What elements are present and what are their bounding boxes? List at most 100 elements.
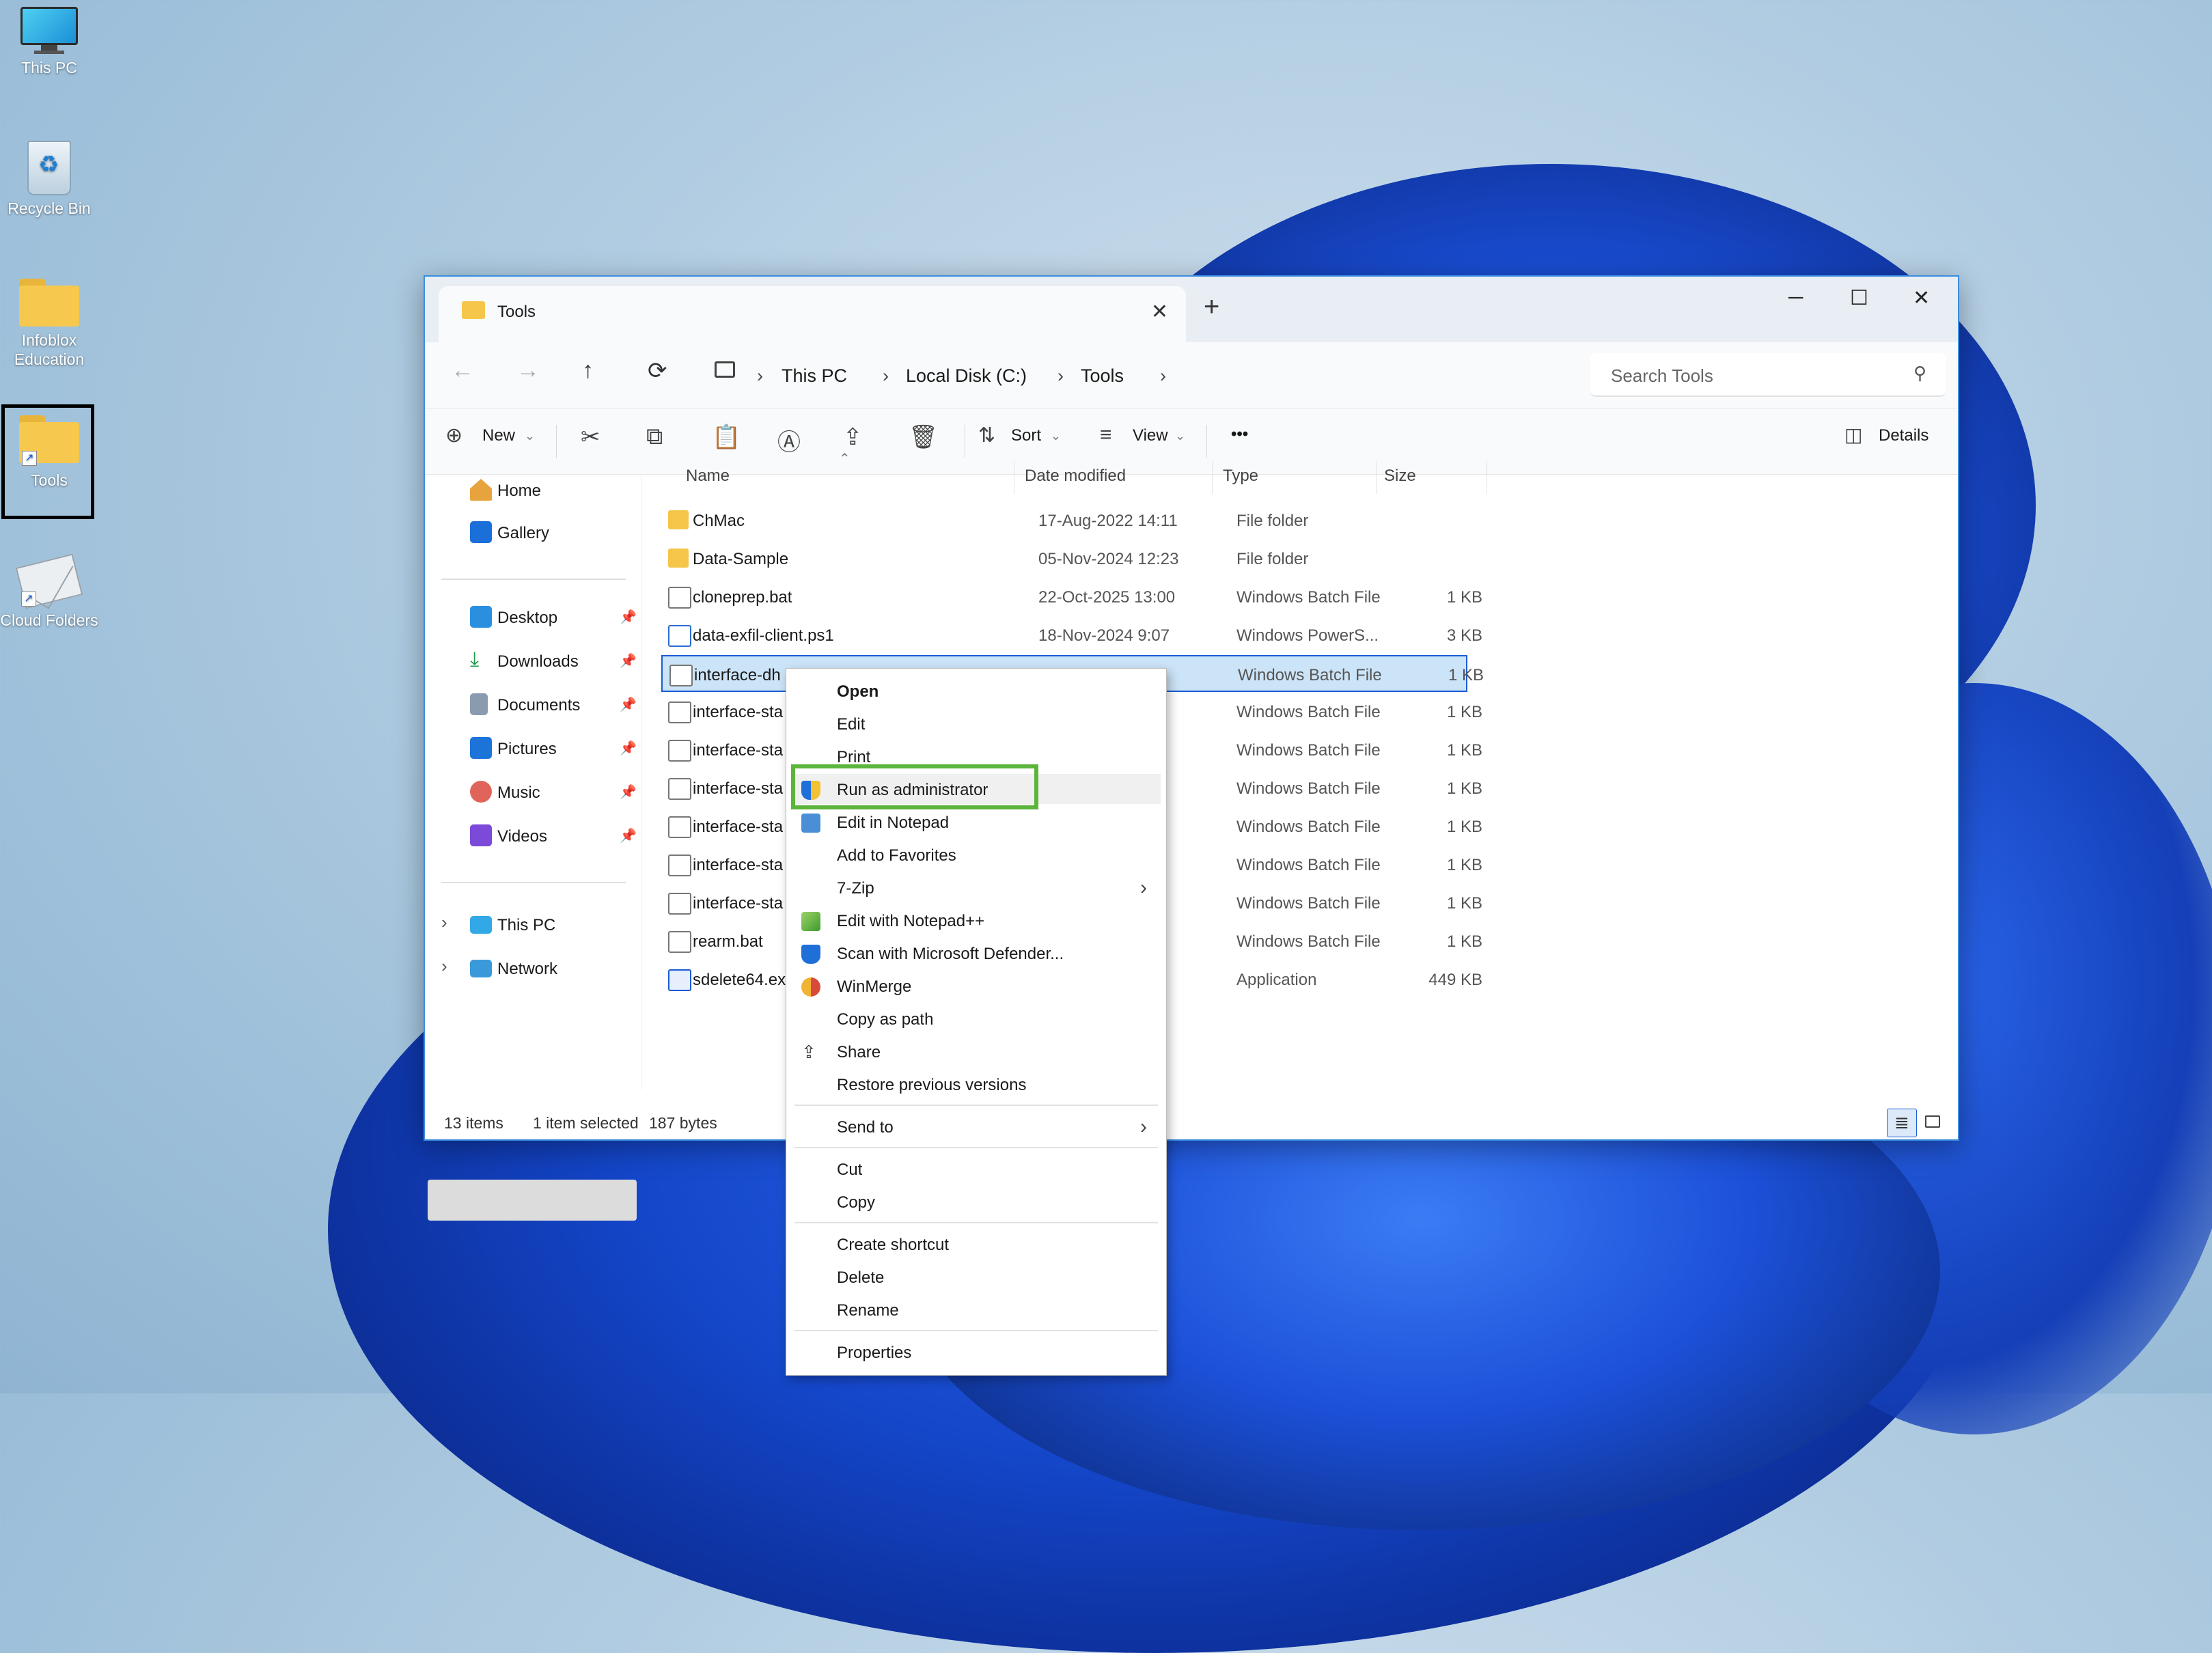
sidebar-item-network[interactable]: › Network	[441, 950, 637, 988]
file-row[interactable]: Data-Sample 05-Nov-2024 12:23 File folde…	[661, 540, 1467, 577]
file-row[interactable]: cloneprep.bat 22-Oct-2025 13:00 Windows …	[661, 579, 1482, 615]
sidebar-item-videos[interactable]: Videos 📌	[452, 818, 637, 856]
pin-icon: 📌	[620, 829, 637, 844]
nav-selected-bg	[428, 1180, 637, 1221]
menu-item-rename[interactable]: Rename	[786, 1294, 1166, 1324]
notepadpp-icon	[801, 912, 820, 931]
column-header-date[interactable]: Date modified	[1025, 467, 1126, 486]
pin-icon: 📌	[620, 610, 637, 625]
breadcrumb-tools[interactable]: Tools	[1081, 365, 1124, 387]
chevron-down-icon: ⌄	[1175, 429, 1186, 443]
more-options-button[interactable]: •••	[1231, 425, 1248, 444]
sidebar-item-desktop[interactable]: Desktop 📌	[452, 599, 637, 637]
menu-item-open[interactable]: Open	[786, 676, 1166, 706]
divider	[1206, 425, 1207, 458]
thumbnail-view-button[interactable]	[1920, 1110, 1947, 1136]
cut-icon[interactable]: ✂	[581, 423, 600, 451]
batch-file-icon	[668, 855, 691, 876]
column-header-size[interactable]: Size	[1384, 467, 1416, 486]
divider	[794, 1147, 1158, 1148]
menu-item-7zip[interactable]: 7-Zip ›	[786, 872, 1166, 902]
details-button[interactable]: Details	[1879, 426, 1928, 445]
file-row[interactable]: data-exfil-client.ps1 18-Nov-2024 9:07 W…	[661, 617, 1482, 654]
delete-icon[interactable]: 🗑	[909, 423, 938, 451]
sort-caret-icon: ⌃	[839, 452, 851, 467]
menu-item-edit-in-notepad[interactable]: Edit in Notepad	[786, 807, 1166, 837]
share-icon: ⇪	[801, 1042, 816, 1062]
close-button[interactable]: ✕	[1913, 286, 1930, 310]
maximize-button[interactable]: ☐	[1850, 286, 1868, 310]
menu-item-scan-defender[interactable]: Scan with Microsoft Defender...	[786, 938, 1166, 968]
new-button[interactable]: New	[482, 426, 515, 445]
tiles-view-icon	[1925, 1115, 1940, 1128]
forward-button[interactable]: →	[516, 357, 540, 384]
new-tab-button[interactable]: +	[1204, 292, 1219, 322]
copy-icon[interactable]: ⧉	[646, 423, 663, 450]
menu-item-copy-as-path[interactable]: Copy as path	[786, 1003, 1166, 1033]
details-view-button[interactable]: ≣	[1887, 1109, 1917, 1137]
desktop-icon-cloud-folders[interactable]: ↗ Cloud Folders	[0, 551, 98, 630]
breadcrumb-this-pc[interactable]: This PC	[782, 365, 847, 387]
sidebar-item-gallery[interactable]: Gallery	[452, 514, 637, 553]
menu-item-edit[interactable]: Edit	[786, 708, 1166, 738]
download-icon: ⤓	[470, 648, 480, 671]
application-icon	[668, 969, 691, 991]
menu-item-restore-previous-versions[interactable]: Restore previous versions	[786, 1069, 1166, 1099]
menu-item-properties[interactable]: Properties	[786, 1337, 1166, 1367]
divider	[556, 425, 557, 458]
desktop-icon-tools[interactable]: ↗ Tools	[0, 415, 98, 490]
minimize-button[interactable]: ─	[1788, 286, 1803, 309]
pin-icon: 📌	[620, 785, 637, 800]
menu-item-send-to[interactable]: Send to ›	[786, 1111, 1166, 1141]
menu-item-cut[interactable]: Cut	[786, 1154, 1166, 1184]
chevron-right-icon: ›	[441, 956, 447, 976]
refresh-button[interactable]: ⟳	[648, 357, 667, 385]
videos-icon	[470, 824, 492, 846]
sidebar-item-downloads[interactable]: ⤓ Downloads 📌	[452, 643, 637, 681]
sidebar-item-this-pc[interactable]: › This PC	[441, 906, 637, 945]
share-icon[interactable]: ⇪	[843, 423, 863, 451]
menu-item-copy[interactable]: Copy	[786, 1186, 1166, 1217]
tab-tools[interactable]: Tools ✕	[439, 286, 1186, 342]
batch-file-icon	[668, 893, 691, 915]
paste-icon[interactable]: 📋	[712, 423, 741, 451]
batch-file-icon	[668, 702, 691, 723]
shortcut-arrow-icon: ↗	[21, 592, 36, 607]
highlight-box	[791, 764, 1038, 809]
rename-icon[interactable]: Ⓐ	[777, 423, 801, 457]
view-button[interactable]: View	[1133, 426, 1168, 445]
breadcrumb-local-disk[interactable]: Local Disk (C:)	[906, 365, 1027, 387]
file-row[interactable]: ChMac 17-Aug-2022 14:11 File folder	[661, 502, 1467, 539]
menu-item-share[interactable]: ⇪ Share	[786, 1036, 1166, 1066]
desktop-icon-recycle-bin[interactable]: ♻ Recycle Bin	[0, 141, 98, 219]
menu-item-delete[interactable]: Delete	[786, 1262, 1166, 1292]
up-button[interactable]: ↑	[582, 357, 594, 384]
pictures-icon	[470, 737, 492, 759]
divider	[441, 882, 626, 883]
breadcrumb-sep: ›	[1057, 365, 1064, 386]
sidebar-item-music[interactable]: Music 📌	[452, 774, 637, 812]
menu-item-create-shortcut[interactable]: Create shortcut	[786, 1229, 1166, 1259]
menu-item-winmerge[interactable]: WinMerge	[786, 971, 1166, 1001]
column-header-type[interactable]: Type	[1223, 467, 1258, 486]
menu-item-edit-with-notepadpp[interactable]: Edit with Notepad++	[786, 905, 1166, 935]
menu-item-add-to-favorites[interactable]: Add to Favorites	[786, 839, 1166, 870]
batch-file-icon	[668, 931, 691, 953]
monitor-icon	[20, 7, 78, 55]
desktop-icon-infoblox-education[interactable]: Infoblox Education	[0, 279, 98, 369]
command-bar: ⊕ New ⌄ ✂ ⧉ 📋 Ⓐ ⇪ 🗑 ⇅ Sort ⌄ ≡ View ⌄ ••…	[425, 408, 1958, 475]
batch-file-icon	[668, 740, 691, 762]
sidebar-item-pictures[interactable]: Pictures 📌	[452, 730, 637, 768]
sort-icon: ⇅	[978, 424, 996, 447]
search-input[interactable]: Search Tools ⚲	[1590, 353, 1946, 397]
sort-button[interactable]: Sort	[1011, 426, 1041, 445]
sidebar-item-documents[interactable]: Documents 📌	[452, 686, 637, 725]
back-button[interactable]: ←	[451, 357, 474, 384]
tab-close-icon[interactable]: ✕	[1151, 300, 1168, 324]
sidebar-item-home[interactable]: Home	[452, 472, 637, 510]
network-icon	[470, 960, 492, 977]
column-header-name[interactable]: Name	[686, 467, 730, 486]
divider	[1212, 461, 1213, 494]
status-selection: 1 item selected	[533, 1114, 639, 1132]
desktop-icon-this-pc[interactable]: This PC	[0, 7, 98, 78]
